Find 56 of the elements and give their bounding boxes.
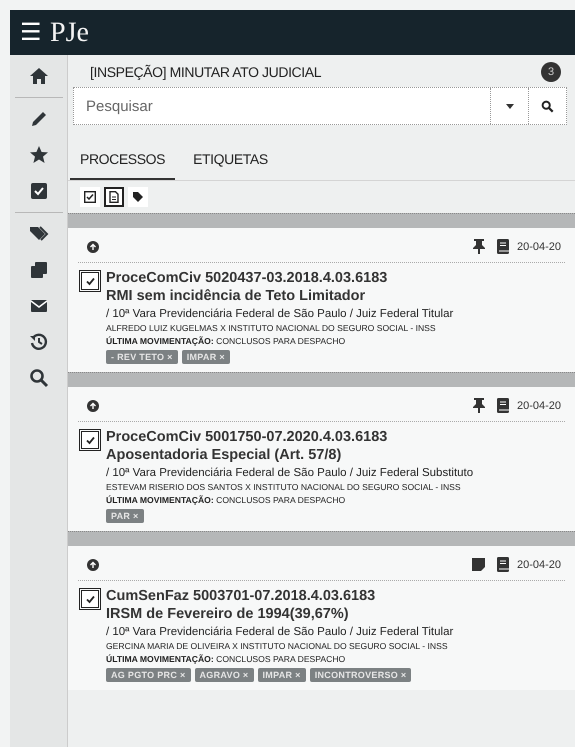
tag-chip[interactable]: IMPAR × <box>258 668 306 682</box>
tab[interactable]: ETIQUETAS <box>183 147 278 180</box>
process-link[interactable]: ProceComCiv 5020437-03.2018.4.03.6183 <box>106 269 388 287</box>
checkmark-icon <box>84 276 96 286</box>
movement-text: ÚLTIMA MOVIMENTAÇÃO: CONCLUSOS PARA DESPACHO <box>106 653 346 666</box>
pin-icon[interactable] <box>472 398 485 413</box>
checkbox[interactable] <box>81 272 99 290</box>
checkbox[interactable] <box>81 431 99 449</box>
caret-icon <box>506 104 514 108</box>
checkmark-icon <box>84 434 96 446</box>
parties-text: ESTEVAM RISERIO DOS SANTOS X INSTITUTO NACIONAL DO SEGURO SOCIAL - INSS <box>106 481 461 494</box>
arrow-up-icon[interactable] <box>87 240 99 252</box>
tag-chip[interactable]: AG PGTO PRC × <box>106 668 190 682</box>
logo: PJe <box>50 16 89 48</box>
tag-chip[interactable]: AGRAVO × <box>194 668 254 682</box>
page-title: [INSPEÇÃO] MINUTAR ATO JUDICIAL <box>90 64 322 80</box>
court-text: / 10ª Vara Previdenciária Federal de São Paulo / Juiz Federal Titular <box>106 625 454 640</box>
tab[interactable]: PROCESSOS <box>70 147 176 180</box>
process-link[interactable]: CumSenFaz 5003701-07.2018.4.03.6183 <box>106 587 376 605</box>
history-icon[interactable] <box>28 331 50 353</box>
tag-chip[interactable]: INCONTROVERSO × <box>310 668 412 682</box>
court-text: / 10ª Vara Previdenciária Federal de São Paulo / Juiz Federal Titular <box>106 307 454 322</box>
subject-text: Aposentadoria Especial (Art. 57/8) <box>106 446 342 464</box>
pin-icon[interactable] <box>472 239 485 254</box>
parties-text: ALFREDO LUIZ KUGELMAS X INSTITUTO NACIONAL DO SEGURO SOCIAL - INSS <box>106 322 436 335</box>
search-icon[interactable] <box>28 367 50 389</box>
star-icon[interactable] <box>28 144 50 166</box>
process-link[interactable]: ProceComCiv 5001750-07.2020.4.03.6183 <box>106 428 388 446</box>
movement-text: ÚLTIMA MOVIMENTAÇÃO: CONCLUSOS PARA DESPACHO <box>106 494 346 507</box>
note-icon[interactable] <box>472 558 485 571</box>
check-square-icon[interactable] <box>80 187 100 207</box>
search-icon <box>541 100 554 112</box>
checkbox[interactable] <box>81 590 99 608</box>
movement-text: ÚLTIMA MOVIMENTAÇÃO: CONCLUSOS PARA DESPACHO <box>106 335 346 348</box>
arrow-up-icon[interactable] <box>87 400 99 412</box>
date-text: 20-04-20 <box>516 400 561 412</box>
book-icon[interactable] <box>496 239 509 254</box>
document-icon[interactable] <box>104 187 124 207</box>
search-field[interactable]: Pesquisar <box>73 87 567 125</box>
tag-chip[interactable]: IMPAR × <box>182 350 230 364</box>
checkmark-icon <box>84 594 96 604</box>
tag-icon[interactable] <box>128 187 148 207</box>
subject-text: IRSM de Fevereiro de 1994(39,67%) <box>106 605 349 623</box>
arrow-up-icon[interactable] <box>87 558 99 570</box>
court-text: / 10ª Vara Previdenciária Federal de São Paulo / Juiz Federal Substituto <box>106 466 474 481</box>
parties-text: GERCINA MARIA DE OLIVEIRA X INSTITUTO NACIONAL DO SEGURO SOCIAL - INSS <box>106 640 448 653</box>
tag-chip[interactable]: - REV TETO × <box>106 350 178 364</box>
date-text: 20-04-20 <box>516 240 561 252</box>
count-badge: 3 <box>541 62 561 82</box>
tag-chip[interactable]: PAR × <box>106 509 144 523</box>
book-icon[interactable] <box>496 557 509 572</box>
date-text: 20-04-20 <box>516 558 561 570</box>
book-icon[interactable] <box>496 398 509 413</box>
subject-text: RMI sem incidência de Teto Limitador <box>106 287 366 305</box>
home-icon[interactable] <box>28 65 50 87</box>
menu-button[interactable]: ☰ <box>20 20 42 44</box>
